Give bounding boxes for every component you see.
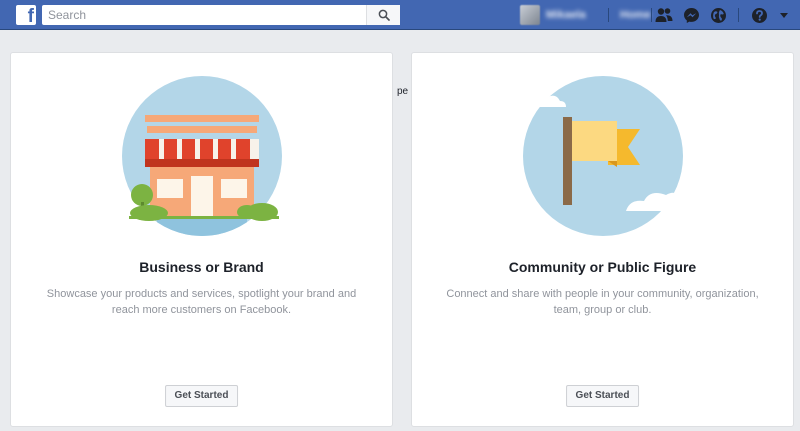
search-input[interactable] bbox=[42, 5, 366, 25]
notifications-globe-icon[interactable] bbox=[709, 6, 727, 24]
stray-text: pe bbox=[397, 86, 409, 97]
flag-illustration bbox=[515, 76, 693, 236]
card-title: Business or Brand bbox=[139, 259, 264, 275]
account-menu-chevron-down-icon[interactable] bbox=[775, 6, 793, 24]
home-link[interactable]: Home bbox=[620, 9, 651, 21]
get-started-business-button[interactable]: Get Started bbox=[164, 385, 239, 407]
nav-divider bbox=[651, 8, 652, 22]
avatar bbox=[520, 5, 540, 25]
logo-letter: f bbox=[27, 6, 34, 26]
business-or-brand-card[interactable]: Business or Brand Showcase your products… bbox=[10, 52, 393, 427]
search-icon bbox=[378, 9, 390, 21]
help-icon[interactable] bbox=[750, 6, 768, 24]
nav-divider bbox=[608, 8, 609, 22]
get-started-community-button[interactable]: Get Started bbox=[565, 385, 640, 407]
card-description: Connect and share with people in your co… bbox=[446, 288, 759, 316]
nav-divider bbox=[738, 8, 739, 22]
facebook-logo-icon[interactable]: f bbox=[16, 5, 36, 25]
profile-link[interactable]: Mikaela bbox=[520, 5, 586, 25]
card-title: Community or Public Figure bbox=[508, 259, 697, 275]
card-description: Showcase your products and services, spo… bbox=[46, 288, 357, 316]
community-or-public-figure-card[interactable]: Community or Public Figure Connect and s… bbox=[411, 52, 794, 427]
profile-name: Mikaela bbox=[546, 9, 586, 21]
top-navigation-bar: f Mikaela Home bbox=[0, 0, 800, 30]
storefront-illustration bbox=[121, 76, 282, 236]
search-button[interactable] bbox=[366, 5, 400, 25]
messenger-icon[interactable] bbox=[682, 6, 700, 24]
friend-requests-icon[interactable] bbox=[655, 6, 673, 24]
search-box bbox=[42, 5, 400, 25]
